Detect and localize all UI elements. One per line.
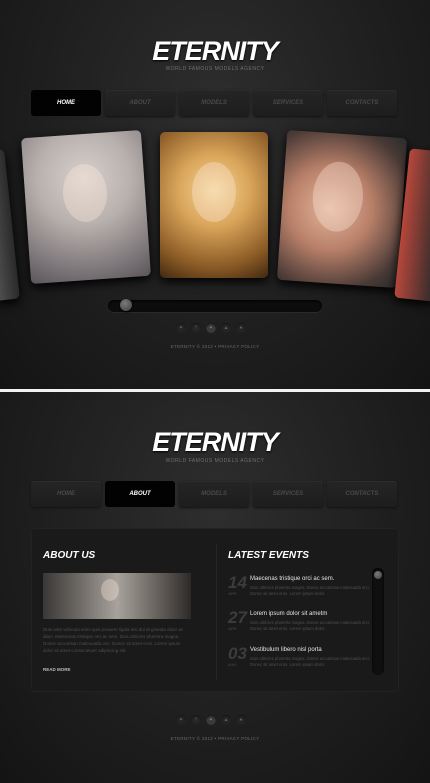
carousel-scrollbar[interactable] [108, 299, 322, 312]
event-day: 14 [228, 573, 247, 592]
event-month: MAY [228, 662, 237, 667]
nav-about[interactable]: ABOUT [105, 90, 175, 116]
carousel-photo-1[interactable] [21, 129, 151, 285]
nav-services[interactable]: SERVICES [253, 481, 323, 507]
events-title: LATEST EVENTS [228, 550, 309, 561]
social-links: ✦ f + ▲ ● [176, 715, 256, 725]
carousel-photo-3[interactable] [276, 129, 408, 289]
events-scrollbar-thumb[interactable] [374, 571, 382, 579]
event-desc: Duis ultricies pharetra magna. Donec acc… [250, 585, 370, 596]
nav-home[interactable]: HOME [31, 90, 101, 116]
about-page-panel: ETERNITY WORLD FAMOUS MODELS AGENCY HOME… [0, 392, 430, 783]
event-desc: Duis ultricies pharetra magna. Donec acc… [250, 656, 370, 667]
nav-models[interactable]: MODELS [179, 481, 249, 507]
event-desc: Duis ultricies pharetra magna. Donec acc… [250, 620, 370, 631]
facebook-icon[interactable]: f [191, 323, 201, 333]
column-divider [216, 544, 217, 680]
carousel-scrollbar-thumb[interactable] [120, 299, 133, 311]
event-item: 27 APR Lorem ipsum dolor sit ametm Duis … [228, 609, 370, 639]
carousel-photo-2[interactable] [160, 132, 268, 278]
site-logo[interactable]: ETERNITY [0, 427, 430, 458]
event-month: APR [228, 591, 237, 596]
about-image [43, 573, 191, 619]
events-scrollbar[interactable] [372, 568, 384, 675]
footer-separator: • [214, 736, 217, 741]
site-tagline: WORLD FAMOUS MODELS AGENCY [165, 458, 265, 464]
privacy-policy-link[interactable]: PRIVACY POLICY [218, 736, 259, 741]
read-more-link[interactable]: READ MORE [43, 667, 71, 672]
nav-about[interactable]: ABOUT [105, 481, 175, 507]
event-title[interactable]: Vestibulum libero nisl porta [250, 647, 322, 653]
plus-icon[interactable]: + [206, 715, 216, 725]
nav-services[interactable]: SERVICES [253, 90, 323, 116]
nav-contacts[interactable]: CONTACTS [327, 90, 397, 116]
circle-icon[interactable]: ● [236, 715, 246, 725]
bird-icon[interactable]: ✦ [176, 323, 186, 333]
event-title[interactable]: Maecenas tristique orci ac sem. [250, 576, 334, 582]
event-day: 03 [228, 644, 247, 663]
plus-icon[interactable]: + [206, 323, 216, 333]
site-logo[interactable]: ETERNITY [0, 36, 430, 67]
event-item: 14 APR Maecenas tristique orci ac sem. D… [228, 574, 370, 604]
site-tagline: WORLD FAMOUS MODELS AGENCY [165, 66, 265, 72]
social-links: ✦ f + ▲ ● [176, 323, 256, 333]
home-page-panel: ETERNITY WORLD FAMOUS MODELS AGENCY HOME… [0, 0, 430, 389]
content-box: ABOUT US Duis ante vehicula enim quis po… [31, 528, 399, 692]
nav-contacts[interactable]: CONTACTS [327, 481, 397, 507]
about-text: Duis ante vehicula enim quis posuere lig… [43, 627, 184, 653]
event-item: 03 MAY Vestibulum libero nisl porta Duis… [228, 645, 370, 675]
main-nav: HOME ABOUT MODELS SERVICES CONTACTS [31, 481, 399, 507]
footer: ETERNITY © 2012 • PRIVACY POLICY [0, 344, 430, 349]
footer: ETERNITY © 2012 • PRIVACY POLICY [0, 736, 430, 741]
footer-copyright: ETERNITY © 2012 [170, 736, 214, 741]
about-title: ABOUT US [43, 550, 96, 561]
facebook-icon[interactable]: f [191, 715, 201, 725]
event-day: 27 [228, 608, 247, 627]
nav-models[interactable]: MODELS [179, 90, 249, 116]
triangle-icon[interactable]: ▲ [221, 715, 231, 725]
footer-copyright: ETERNITY © 2012 [170, 344, 214, 349]
bird-icon[interactable]: ✦ [176, 715, 186, 725]
carousel-photo-left-edge[interactable] [0, 149, 20, 301]
nav-home[interactable]: HOME [31, 481, 101, 507]
triangle-icon[interactable]: ▲ [221, 323, 231, 333]
event-title[interactable]: Lorem ipsum dolor sit ametm [250, 611, 327, 617]
privacy-policy-link[interactable]: PRIVACY POLICY [218, 344, 259, 349]
footer-separator: • [214, 344, 217, 349]
main-nav: HOME ABOUT MODELS SERVICES CONTACTS [31, 90, 399, 116]
event-month: APR [228, 626, 237, 631]
circle-icon[interactable]: ● [236, 323, 246, 333]
